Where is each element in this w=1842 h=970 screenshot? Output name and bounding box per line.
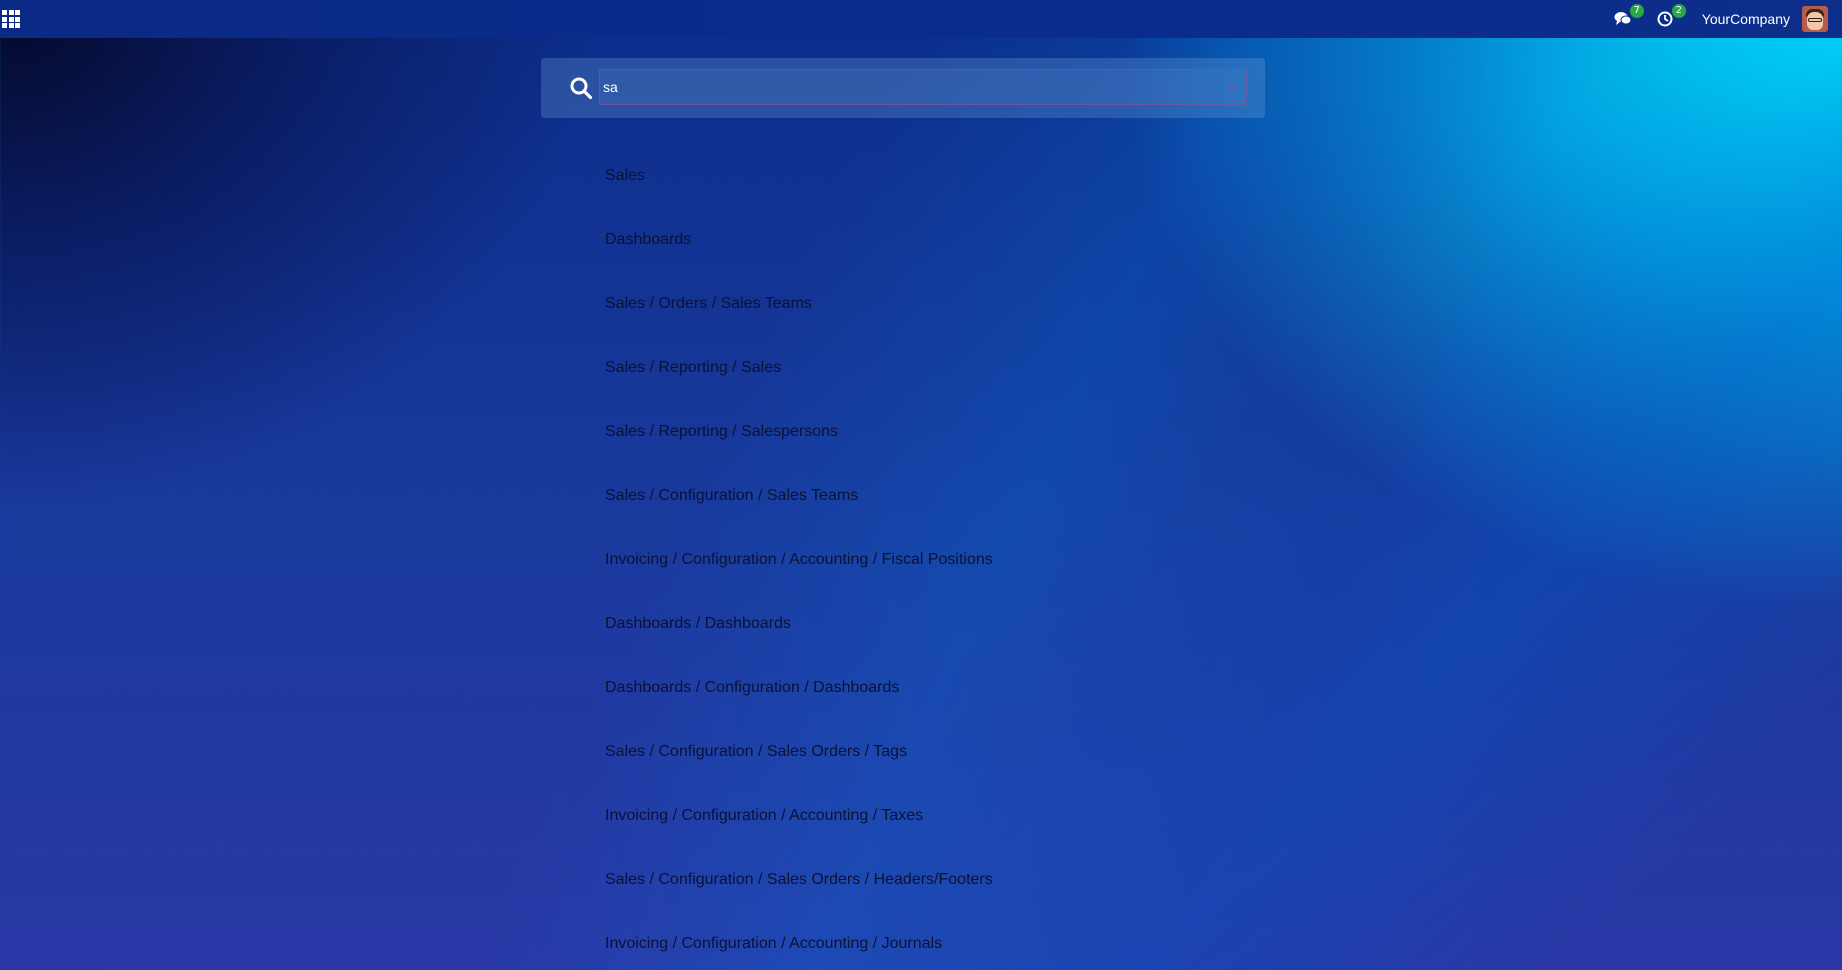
clock-icon bbox=[1657, 11, 1673, 27]
apps-menu-button[interactable] bbox=[0, 0, 38, 38]
activities-button[interactable]: 2 bbox=[1654, 4, 1686, 30]
messages-button[interactable]: 7 bbox=[1612, 4, 1644, 30]
search-result-item[interactable]: Sales / Configuration / Sales Orders / H… bbox=[605, 870, 993, 934]
search-result-item[interactable]: Invoicing / Configuration / Accounting /… bbox=[605, 934, 993, 970]
search-result-item[interactable]: Sales bbox=[605, 166, 993, 230]
user-avatar[interactable] bbox=[1802, 6, 1828, 32]
chat-icon bbox=[1614, 12, 1632, 25]
search-icon bbox=[570, 77, 593, 100]
topbar-right: 7 2 YourCompany bbox=[1602, 0, 1842, 38]
search-input-wrapper: × bbox=[599, 69, 1247, 105]
search-result-item[interactable]: Invoicing / Configuration / Accounting /… bbox=[605, 806, 993, 870]
search-result-item[interactable]: Sales / Configuration / Sales Teams bbox=[605, 486, 993, 550]
search-result-item[interactable]: Dashboards / Dashboards bbox=[605, 614, 993, 678]
close-icon[interactable]: × bbox=[1224, 78, 1240, 94]
search-result-item[interactable]: Dashboards / Configuration / Dashboards bbox=[605, 678, 993, 742]
search-result-item[interactable]: Sales / Reporting / Salespersons bbox=[605, 422, 993, 486]
search-result-item[interactable]: Invoicing / Configuration / Accounting /… bbox=[605, 550, 993, 614]
messages-badge: 7 bbox=[1629, 4, 1644, 18]
search-results-list: Sales Dashboards Sales / Orders / Sales Te… bbox=[605, 166, 993, 970]
menu-search-panel: × bbox=[541, 58, 1265, 118]
company-switcher[interactable]: YourCompany bbox=[1702, 11, 1790, 27]
top-navbar: 7 2 YourCompany bbox=[0, 0, 1842, 38]
search-result-item[interactable]: Sales / Orders / Sales Teams bbox=[605, 294, 993, 358]
apps-grid-icon bbox=[2, 10, 20, 28]
search-result-item[interactable]: Dashboards bbox=[605, 230, 993, 294]
search-input[interactable] bbox=[600, 70, 1216, 104]
search-result-item[interactable]: Sales / Configuration / Sales Orders / T… bbox=[605, 742, 993, 806]
search-result-item[interactable]: Sales / Reporting / Sales bbox=[605, 358, 993, 422]
activities-badge: 2 bbox=[1671, 4, 1686, 18]
